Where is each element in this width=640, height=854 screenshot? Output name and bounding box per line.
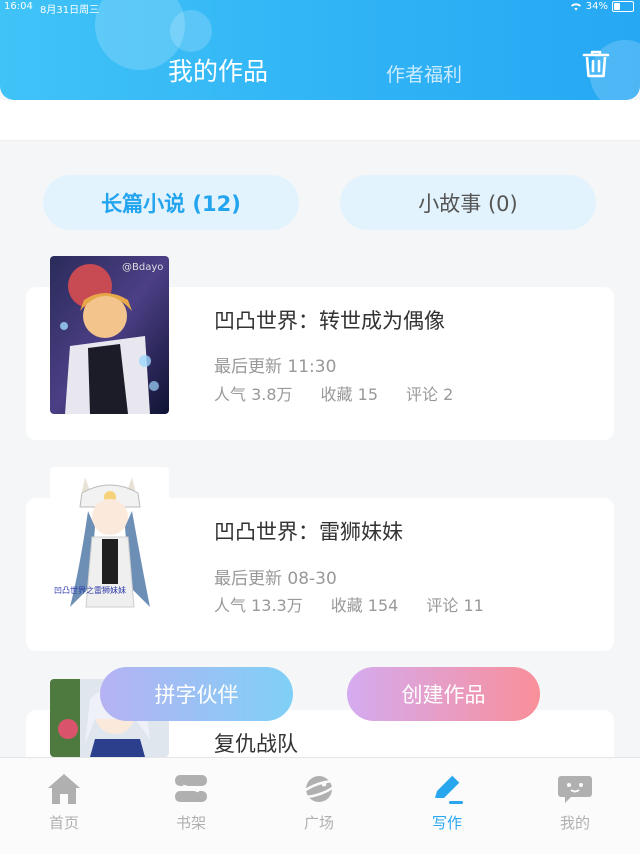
battery-percent: 34% [585, 1, 608, 12]
tab-label: 我的 [559, 814, 590, 832]
work-title[interactable]: 凹凸世界：雷狮妹妹 [214, 516, 403, 546]
chat-face-icon [558, 776, 592, 803]
popularity-count: 人气 13.3万 [214, 596, 303, 615]
tab-my-works[interactable]: 我的作品 [168, 52, 268, 88]
segment-short-story[interactable]: 小故事 (0) [340, 175, 596, 230]
work-title[interactable]: 凹凸世界：转世成为偶像 [214, 305, 445, 335]
favorites-count: 收藏 154 [330, 596, 399, 615]
bookshelf-icon [175, 775, 207, 802]
tab-label: 书架 [175, 814, 206, 832]
tab-bookshelf[interactable]: 书架 [151, 772, 231, 833]
status-date: 8月31日周三 [40, 5, 100, 16]
decor-bubble [170, 10, 212, 52]
home-icon [48, 774, 80, 804]
bottom-tab-bar: 首页 书架 广场 写作 我的 [0, 757, 640, 854]
tab-square[interactable]: 广场 [279, 772, 359, 833]
status-bar: 16:04 8月31日周三 34% [0, 0, 640, 16]
work-title[interactable]: 复仇战队 [214, 728, 298, 758]
tab-label: 写作 [431, 814, 462, 832]
svg-text:@Bdayo: @Bdayo [122, 262, 163, 273]
popularity-count: 人气 3.8万 [214, 385, 293, 404]
pen-icon [435, 774, 463, 804]
tab-home[interactable]: 首页 [24, 772, 104, 833]
tab-writing[interactable]: 写作 [407, 772, 487, 833]
favorites-count: 收藏 15 [320, 385, 378, 404]
battery-icon [612, 1, 634, 12]
header: 16:04 8月31日周三 34% 我的作品 作者福利 [0, 0, 640, 100]
header-spacer [0, 100, 640, 141]
work-stats: 人气 13.3万 收藏 154 评论 11 [214, 592, 484, 616]
last-updated: 最后更新 11:30 [214, 357, 337, 377]
tab-author-welfare[interactable]: 作者福利 [386, 60, 462, 87]
tab-label: 广场 [303, 814, 334, 832]
battery-fill [614, 3, 620, 10]
trash-icon[interactable] [580, 48, 612, 80]
work-stats: 人气 3.8万 收藏 15 评论 2 [214, 381, 453, 405]
book-cover: @Bdayo [50, 256, 169, 414]
battery-indicator: 34% [570, 1, 634, 12]
status-time: 16:04 [4, 1, 33, 12]
tab-mine[interactable]: 我的 [535, 772, 615, 833]
svg-text:凹凸世界之雷狮妹妹: 凹凸世界之雷狮妹妹 [54, 585, 126, 595]
tab-label: 首页 [48, 814, 79, 832]
create-work-button[interactable]: 创建作品 [347, 667, 540, 721]
writing-partner-button[interactable]: 拼字伙伴 [100, 667, 293, 721]
comments-count: 评论 2 [406, 385, 454, 404]
book-cover: 凹凸世界之雷狮妹妹 [50, 467, 169, 625]
comments-count: 评论 11 [426, 596, 484, 615]
wifi-icon [570, 3, 581, 11]
last-updated: 最后更新 08-30 [214, 569, 337, 589]
planet-icon [301, 776, 337, 802]
segment-novel[interactable]: 长篇小说 (12) [43, 175, 299, 230]
